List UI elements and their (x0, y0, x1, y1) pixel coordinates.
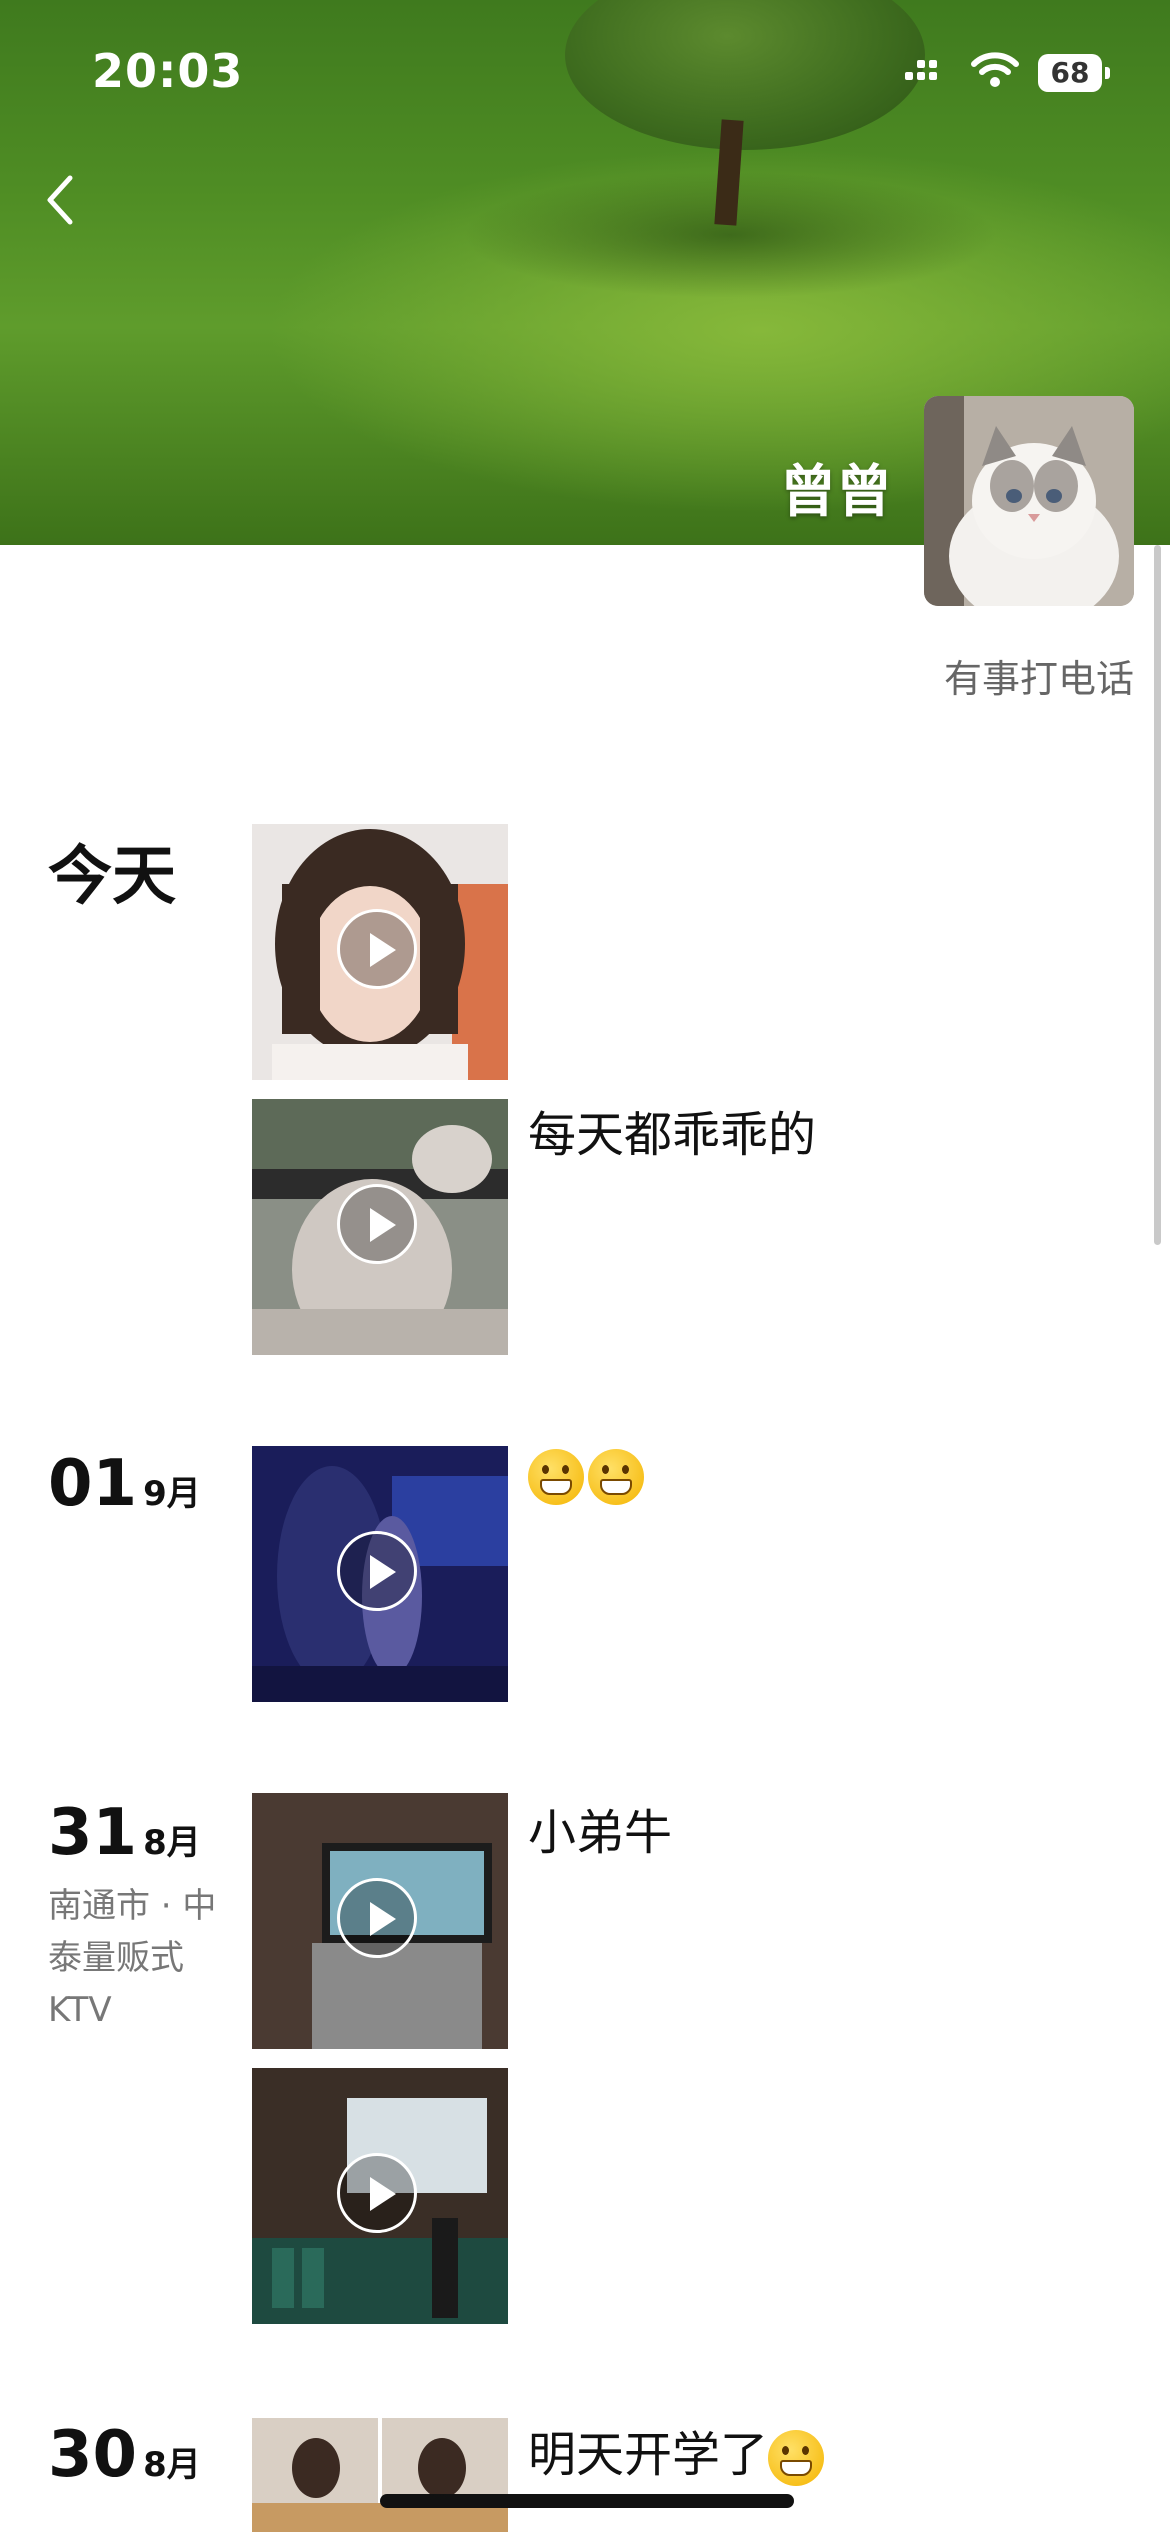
post-video-thumbnail[interactable] (252, 2068, 508, 2324)
post-caption: 明天开学了 (528, 2415, 828, 2486)
chevron-left-icon (47, 175, 73, 225)
status-time: 20:03 (92, 44, 244, 98)
post-location: 南通市 · 中泰量贩式KTV (48, 1886, 217, 2030)
play-icon (337, 2153, 417, 2233)
play-icon (337, 1184, 417, 1264)
profile-nickname: 曾曾 (780, 460, 892, 525)
post-date: 30 8月 (48, 2418, 201, 2492)
post-caption: 小弟牛 (528, 1805, 673, 1861)
grinning-face-icon (528, 1449, 584, 1505)
home-indicator[interactable] (380, 2494, 794, 2508)
avatar[interactable] (924, 396, 1134, 606)
battery-icon: 68 (1038, 54, 1110, 92)
profile-signature: 有事打电话 (943, 657, 1134, 701)
signal-icon (905, 58, 945, 92)
play-icon (337, 1531, 417, 1611)
post-video-thumbnail[interactable] (252, 1099, 508, 1355)
post-date: 01 9月 (48, 1447, 201, 1521)
scrollbar[interactable] (1154, 545, 1161, 1245)
post-date: 31 8月 (48, 1796, 201, 1870)
post-caption (528, 1446, 648, 1505)
play-icon (337, 1878, 417, 1958)
grinning-face-icon (768, 2430, 825, 2486)
post-video-thumbnail[interactable] (252, 1446, 508, 1702)
back-button[interactable] (40, 170, 100, 240)
post-video-thumbnail[interactable] (252, 1793, 508, 2049)
post-date: 今天 (48, 840, 176, 914)
play-icon (337, 909, 417, 989)
post-photo-thumbnail[interactable] (252, 2418, 508, 2532)
post-caption: 每天都乖乖的 (528, 1107, 817, 1163)
wifi-icon (970, 50, 1020, 94)
grinning-face-icon (588, 1449, 644, 1505)
post-video-thumbnail[interactable] (252, 824, 508, 1080)
tree-image (565, 0, 925, 150)
